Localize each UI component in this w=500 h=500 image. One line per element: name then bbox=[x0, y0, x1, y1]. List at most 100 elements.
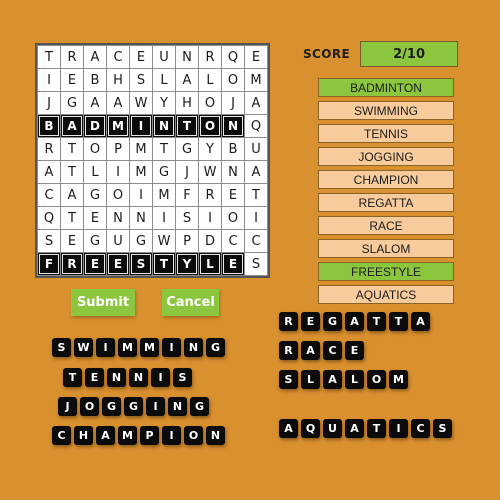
grid-cell[interactable]: A bbox=[38, 161, 60, 183]
grid-cell[interactable]: B bbox=[84, 69, 106, 91]
grid-cell[interactable]: E bbox=[61, 230, 83, 252]
grid-cell[interactable]: J bbox=[38, 92, 60, 114]
tile-word[interactable]: SWIMMING bbox=[52, 338, 225, 357]
word-list-item[interactable]: SLALOM bbox=[318, 239, 454, 258]
grid-cell[interactable]: E bbox=[61, 69, 83, 91]
grid-cell[interactable]: E bbox=[130, 46, 152, 68]
grid-cell[interactable]: A bbox=[84, 92, 106, 114]
word-list-item[interactable]: FREESTYLE bbox=[318, 262, 454, 281]
letter-tile[interactable]: G bbox=[102, 397, 121, 416]
letter-tile[interactable]: E bbox=[345, 341, 364, 360]
word-search-grid[interactable]: TRACEUNRQEIEBHSLALOMJGAAWYHOJABADMINTONQ… bbox=[37, 45, 268, 276]
letter-tile[interactable]: N bbox=[168, 397, 187, 416]
letter-tile[interactable]: A bbox=[345, 419, 364, 438]
grid-cell[interactable]: L bbox=[84, 161, 106, 183]
grid-cell[interactable]: A bbox=[245, 92, 267, 114]
grid-cell[interactable]: G bbox=[153, 161, 175, 183]
grid-cell[interactable]: M bbox=[245, 69, 267, 91]
grid-cell[interactable]: T bbox=[38, 46, 60, 68]
grid-cell[interactable]: O bbox=[222, 207, 244, 229]
letter-tile[interactable]: S bbox=[173, 368, 192, 387]
letter-tile[interactable]: E bbox=[301, 312, 320, 331]
grid-cell[interactable]: Y bbox=[176, 253, 198, 275]
word-list-item[interactable]: BADMINTON bbox=[318, 78, 454, 97]
grid-cell[interactable]: N bbox=[130, 207, 152, 229]
grid-cell[interactable]: T bbox=[153, 253, 175, 275]
letter-tile[interactable]: U bbox=[323, 419, 342, 438]
grid-cell[interactable]: B bbox=[222, 138, 244, 160]
grid-cell[interactable]: C bbox=[107, 46, 129, 68]
letter-tile[interactable]: M bbox=[389, 370, 408, 389]
grid-cell[interactable]: N bbox=[222, 161, 244, 183]
grid-cell[interactable]: A bbox=[61, 184, 83, 206]
letter-tile[interactable]: I bbox=[96, 338, 115, 357]
letter-tile[interactable]: T bbox=[367, 419, 386, 438]
grid-cell[interactable]: R bbox=[61, 46, 83, 68]
grid-cell[interactable]: A bbox=[84, 46, 106, 68]
word-list-item[interactable]: SWIMMING bbox=[318, 101, 454, 120]
grid-cell[interactable]: T bbox=[61, 207, 83, 229]
grid-cell[interactable]: N bbox=[222, 115, 244, 137]
letter-tile[interactable]: T bbox=[367, 312, 386, 331]
grid-cell[interactable]: D bbox=[199, 230, 221, 252]
letter-tile[interactable]: C bbox=[52, 426, 71, 445]
letter-tile[interactable]: M bbox=[140, 338, 159, 357]
cancel-button[interactable]: Cancel bbox=[162, 289, 219, 316]
letter-tile[interactable]: L bbox=[301, 370, 320, 389]
grid-cell[interactable]: Y bbox=[153, 92, 175, 114]
grid-cell[interactable]: R bbox=[199, 46, 221, 68]
grid-cell[interactable]: G bbox=[84, 230, 106, 252]
grid-cell[interactable]: A bbox=[107, 92, 129, 114]
grid-cell[interactable]: A bbox=[176, 69, 198, 91]
grid-cell[interactable]: M bbox=[153, 184, 175, 206]
letter-tile[interactable]: G bbox=[190, 397, 209, 416]
letter-tile[interactable]: M bbox=[118, 338, 137, 357]
grid-cell[interactable]: L bbox=[199, 253, 221, 275]
word-list-item[interactable]: CHAMPION bbox=[318, 170, 454, 189]
letter-tile[interactable]: L bbox=[345, 370, 364, 389]
grid-cell[interactable]: Q bbox=[245, 115, 267, 137]
grid-cell[interactable]: I bbox=[245, 207, 267, 229]
letter-tile[interactable]: P bbox=[140, 426, 159, 445]
grid-cell[interactable]: E bbox=[107, 253, 129, 275]
word-list-item[interactable]: TENNIS bbox=[318, 124, 454, 143]
letter-tile[interactable]: G bbox=[206, 338, 225, 357]
grid-cell[interactable]: O bbox=[84, 138, 106, 160]
letter-tile[interactable]: G bbox=[323, 312, 342, 331]
grid-cell[interactable]: Q bbox=[222, 46, 244, 68]
grid-cell[interactable]: M bbox=[107, 115, 129, 137]
grid-cell[interactable]: T bbox=[245, 184, 267, 206]
grid-cell[interactable]: T bbox=[61, 161, 83, 183]
grid-cell[interactable]: E bbox=[245, 46, 267, 68]
grid-cell[interactable]: P bbox=[176, 230, 198, 252]
tile-word[interactable]: SLALOM bbox=[279, 370, 408, 389]
grid-cell[interactable]: B bbox=[38, 115, 60, 137]
letter-tile[interactable]: R bbox=[279, 341, 298, 360]
grid-cell[interactable]: G bbox=[130, 230, 152, 252]
grid-cell[interactable]: S bbox=[38, 230, 60, 252]
word-list-item[interactable]: JOGGING bbox=[318, 147, 454, 166]
grid-cell[interactable]: A bbox=[245, 161, 267, 183]
letter-tile[interactable]: I bbox=[151, 368, 170, 387]
letter-tile[interactable]: A bbox=[323, 370, 342, 389]
letter-tile[interactable]: O bbox=[80, 397, 99, 416]
letter-tile[interactable]: W bbox=[74, 338, 93, 357]
tile-word[interactable]: AQUATICS bbox=[279, 419, 452, 438]
grid-cell[interactable]: G bbox=[176, 138, 198, 160]
grid-cell[interactable]: H bbox=[107, 69, 129, 91]
grid-cell[interactable]: I bbox=[107, 161, 129, 183]
letter-tile[interactable]: H bbox=[74, 426, 93, 445]
letter-tile[interactable]: J bbox=[58, 397, 77, 416]
letter-tile[interactable]: T bbox=[63, 368, 82, 387]
grid-cell[interactable]: W bbox=[153, 230, 175, 252]
grid-cell[interactable]: Y bbox=[199, 138, 221, 160]
grid-cell[interactable]: F bbox=[176, 184, 198, 206]
grid-cell[interactable]: E bbox=[84, 207, 106, 229]
grid-cell[interactable]: D bbox=[84, 115, 106, 137]
grid-cell[interactable]: E bbox=[84, 253, 106, 275]
grid-cell[interactable]: U bbox=[107, 230, 129, 252]
tile-word[interactable]: RACE bbox=[279, 341, 364, 360]
grid-cell[interactable]: N bbox=[107, 207, 129, 229]
grid-cell[interactable]: I bbox=[130, 184, 152, 206]
letter-tile[interactable]: A bbox=[279, 419, 298, 438]
